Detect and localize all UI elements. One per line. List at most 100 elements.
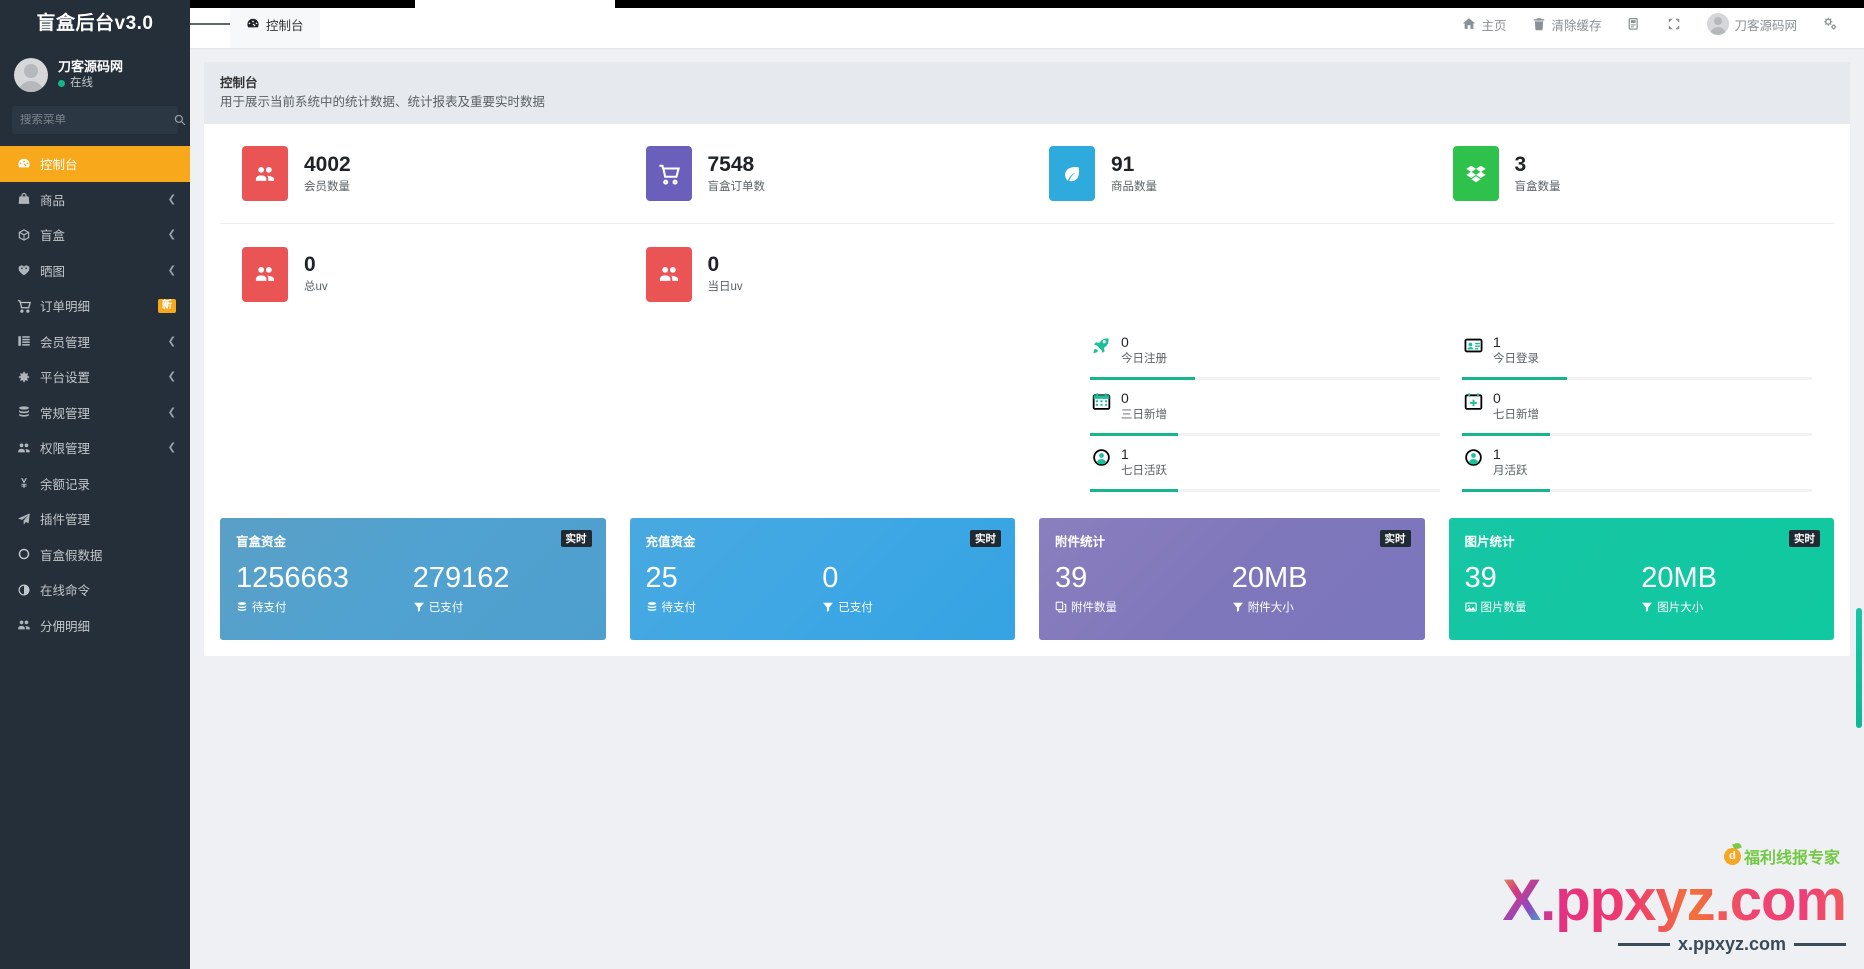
dashboard-icon xyxy=(17,158,30,168)
list-icon xyxy=(17,336,30,347)
sidebar-item-8[interactable]: 权限管理 ❮ xyxy=(0,430,190,466)
summary-card-col-right: 279162 已支付 xyxy=(413,560,590,615)
users-icon xyxy=(659,266,678,281)
mini-stat-inner: 0 三日新增 xyxy=(1090,380,1440,436)
sidebar-user-box[interactable]: 刀客源码网 在线 xyxy=(0,48,190,106)
summary-card-col-right: 0 已支付 xyxy=(822,560,999,615)
search-input[interactable] xyxy=(20,114,174,126)
contrast-icon-wrap xyxy=(16,583,31,597)
sidebar-item-5[interactable]: 会员管理 ❮ xyxy=(0,324,190,360)
summary-card-left-value: 1256663 xyxy=(236,562,349,594)
chevron-right-icon: ❮ xyxy=(167,264,176,276)
page-title: 控制台 xyxy=(220,76,258,90)
stat-card-icon xyxy=(645,146,692,201)
sidebar-item-label: 插件管理 xyxy=(40,513,91,528)
summary-card-left-label: 附件数量 xyxy=(1071,602,1117,614)
summary-card-title: 附件统计 xyxy=(1055,535,1106,549)
user-circle-icon-wrap xyxy=(1462,446,1484,467)
mini-stat: 0 三日新增 xyxy=(1090,380,1462,436)
summary-card[interactable]: 盲盒资金 实时 1256663 待支付 279162 已支付 xyxy=(220,518,606,640)
summary-card[interactable]: 充值资金 实时 25 待支付 0 已支付 xyxy=(629,518,1015,640)
sidebar-item-12[interactable]: 在线命令 xyxy=(0,572,190,608)
summary-card-right-value: 20MB xyxy=(1641,562,1718,594)
yen-icon xyxy=(20,478,27,489)
summary-card[interactable]: 图片统计 实时 39 图片数量 20MB 图片大小 xyxy=(1448,518,1834,640)
idcard-icon xyxy=(1464,338,1482,353)
mini-stat-text: 0 今日注册 xyxy=(1121,334,1167,368)
stat-card-value: 3 xyxy=(1514,152,1527,176)
sidebar-item-1[interactable]: 商品 ❮ xyxy=(0,182,190,218)
summary-card-left-value: 25 xyxy=(645,562,678,594)
watermark-rule-left xyxy=(1617,943,1670,946)
sidebar-item-label: 余额记录 xyxy=(40,477,91,492)
online-dot-icon xyxy=(58,79,65,87)
stat-card: 91 商品数量 xyxy=(1027,124,1431,224)
stat-card-label: 盲盒数量 xyxy=(1514,180,1561,193)
settings-gear-icon xyxy=(1824,17,1837,30)
mini-stat-label: 今日注册 xyxy=(1121,353,1167,365)
sidebar-item-0[interactable]: 控制台 xyxy=(0,146,190,182)
watermark-badge: d 福利线报专家 xyxy=(1723,844,1840,868)
sidebar-item-label: 盲盒假数据 xyxy=(40,548,103,563)
mini-stat-label: 今日登录 xyxy=(1493,353,1539,365)
chevron-right-icon: ❮ xyxy=(167,193,176,205)
sidebar-item-4[interactable]: 订单明细 新 xyxy=(0,288,190,324)
mini-stat: 1 月活跃 xyxy=(1462,436,1834,492)
stat-card-text: 4002 会员数量 xyxy=(304,152,351,196)
copy-icon xyxy=(1055,601,1067,613)
users-icon xyxy=(255,166,275,181)
mini-stat-value: 1 xyxy=(1121,446,1129,462)
header-action-label: 主页 xyxy=(1481,18,1507,33)
sidebar-item-3[interactable]: 晒图 ❮ xyxy=(0,253,190,289)
stat-card: 7548 盲盒订单数 xyxy=(623,124,1027,224)
status-badge: 新 xyxy=(158,298,176,313)
sidebar-item-11[interactable]: 盲盒假数据 xyxy=(0,537,190,573)
user-circle-icon-wrap xyxy=(1090,446,1112,467)
mini-stat-progress xyxy=(1462,489,1812,492)
stat-cards-area: 4002 会员数量 7548 盲盒订单数 91 商品数量 3 盲盒数量 0 总uv 0 当日uv xyxy=(204,124,1850,324)
mini-stat-value: 1 xyxy=(1493,334,1501,350)
summary-card[interactable]: 附件统计 实时 39 附件数量 20MB 附件大小 xyxy=(1039,518,1425,640)
sidebar-item-2[interactable]: 盲盒 ❮ xyxy=(0,217,190,253)
watermark-domain-main: .ppxyz.com xyxy=(1540,868,1846,933)
search-box[interactable] xyxy=(12,106,186,134)
stat-card-icon xyxy=(1049,146,1095,201)
sidebar-item-9[interactable]: 余额记录 xyxy=(0,466,190,502)
sidebar-item-13[interactable]: 分佣明细 xyxy=(0,608,190,644)
page-description: 用于展示当前系统中的统计数据、统计报表及重要实时数据 xyxy=(220,95,546,109)
summary-card-col-left: 25 待支付 xyxy=(646,560,823,615)
summary-card-left-sub: 附件数量 xyxy=(1055,599,1232,615)
sidebar: 盲盒后台v3.0 刀客源码网 在线 控制台商品❮盲盒❮晒图❮订单明细新会员管理❮… xyxy=(0,0,190,969)
sidebar-item-6[interactable]: 平台设置 ❮ xyxy=(0,359,190,395)
mini-stat-inner: 1 月活跃 xyxy=(1462,436,1812,492)
watermark-rule-right xyxy=(1794,943,1846,946)
mini-stat-progress xyxy=(1090,433,1440,436)
sidebar-item-10[interactable]: 插件管理 xyxy=(0,501,190,537)
page-scrollbar[interactable] xyxy=(1856,48,1862,969)
image-icon xyxy=(1464,602,1477,612)
mini-stat-top: 0 七日新增 xyxy=(1462,390,1812,424)
realtime-badge: 实时 xyxy=(1379,530,1411,547)
stat-card-label: 会员数量 xyxy=(304,180,350,193)
sidebar-item-label: 盲盒 xyxy=(40,229,66,244)
stat-row: 4002 会员数量 7548 盲盒订单数 91 商品数量 3 盲盒数量 xyxy=(220,124,1834,224)
sidebar-item-label: 晒图 xyxy=(40,264,66,279)
summary-card-left-value: 39 xyxy=(1464,562,1497,594)
sidebar-item-7[interactable]: 常规管理 ❮ xyxy=(0,395,190,431)
summary-card-cols: 39 图片数量 20MB 图片大小 xyxy=(1465,560,1819,615)
top-strip-sidebar-seg xyxy=(0,0,190,8)
watermark-x: X xyxy=(1502,868,1541,933)
app-root: 盲盒后台v3.0 刀客源码网 在线 控制台商品❮盲盒❮晒图❮订单明细新会员管理❮… xyxy=(0,0,1864,969)
avatar xyxy=(14,58,48,92)
idcard-icon-wrap xyxy=(1462,334,1484,355)
box-icon-wrap xyxy=(16,228,31,242)
filter-icon xyxy=(1232,602,1243,612)
mini-stat-inner: 1 今日登录 xyxy=(1462,324,1812,380)
summary-card-right-label: 已支付 xyxy=(838,602,873,614)
summary-card-title: 盲盒资金 xyxy=(236,535,287,549)
summary-card-right-sub: 已支付 xyxy=(822,599,999,615)
cart-icon xyxy=(658,164,680,185)
mini-stat-top: 1 七日活跃 xyxy=(1090,446,1440,480)
summary-card-left-label: 图片数量 xyxy=(1480,602,1527,614)
scrollbar-thumb[interactable] xyxy=(1856,608,1862,728)
